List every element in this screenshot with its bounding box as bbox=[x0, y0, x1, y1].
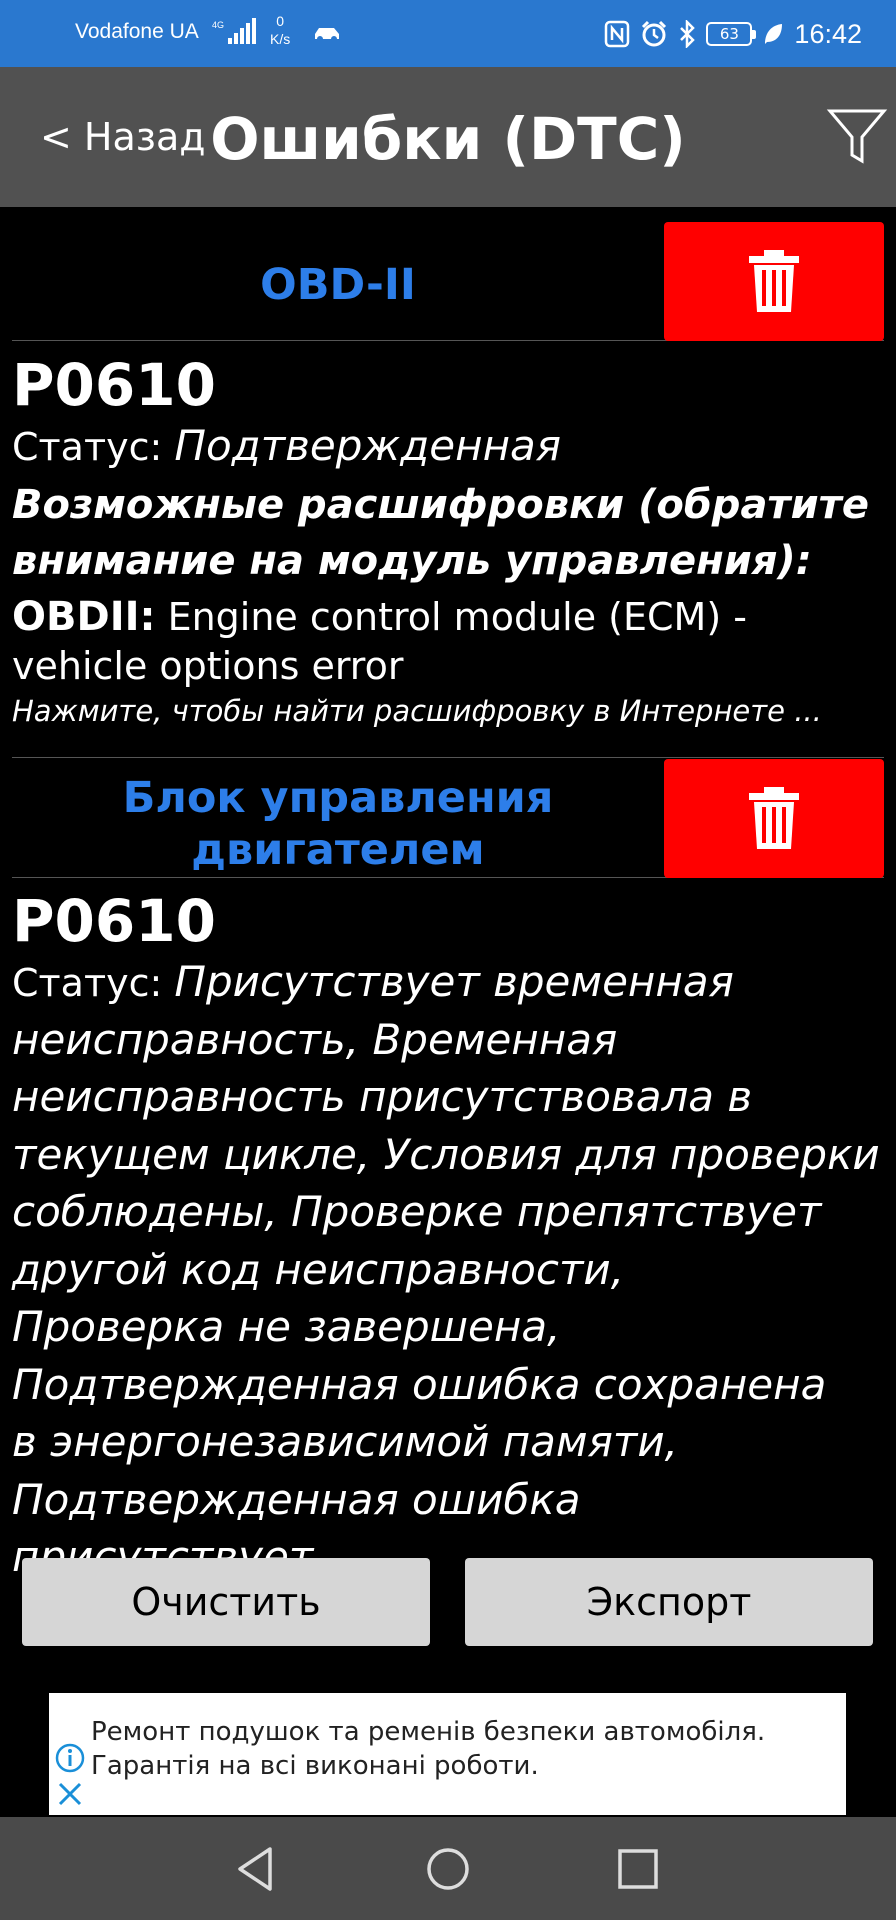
status-bar: Vodafone UA 4G 0 K/s 63 16:42 bbox=[0, 0, 896, 67]
delete-button[interactable] bbox=[664, 222, 884, 341]
dtc-entry[interactable]: P0610 Статус: Подтвержденная Возможные р… bbox=[12, 352, 884, 731]
network-speed: 0 K/s bbox=[270, 12, 290, 48]
possible-decodings-label: Возможные расшифровки (обратите внимание… bbox=[12, 482, 869, 584]
car-icon bbox=[315, 28, 339, 42]
section-title-line2: двигателем bbox=[191, 825, 485, 875]
info-icon[interactable] bbox=[55, 1743, 85, 1773]
obd-decoding: OBDII: Engine control module (ECM) - veh… bbox=[12, 593, 884, 691]
dtc-entry[interactable]: P0610 Статус: Присутствует временная неи… bbox=[12, 888, 884, 1587]
close-icon[interactable] bbox=[57, 1781, 83, 1807]
alarm-icon bbox=[642, 20, 667, 47]
trash-icon bbox=[749, 249, 799, 312]
network-type: 4G bbox=[212, 20, 224, 30]
clear-button[interactable]: Очистить bbox=[22, 1558, 430, 1646]
ad-banner[interactable]: Ремонт подушок та ременів безпеки автомо… bbox=[49, 1693, 846, 1815]
page-title: Ошибки (DTC) bbox=[210, 105, 686, 173]
export-button[interactable]: Экспорт bbox=[465, 1558, 873, 1646]
dtc-code: P0610 bbox=[12, 351, 216, 419]
status-line: неисправность, Временная bbox=[12, 1014, 618, 1064]
trash-icon bbox=[749, 786, 799, 849]
status-line: в энергонезависимой памяти, bbox=[12, 1417, 678, 1466]
status-icons: 63 16:42 bbox=[604, 16, 862, 52]
dtc-status: Статус: Присутствует временная неисправн… bbox=[12, 954, 884, 1587]
leaf-icon bbox=[765, 24, 783, 44]
status-value: Подтвержденная bbox=[174, 421, 562, 470]
status-line: Присутствует временная bbox=[174, 957, 734, 1006]
signal-icon: 4G bbox=[212, 18, 256, 44]
filter-icon[interactable] bbox=[826, 105, 888, 167]
speed-value: 0 bbox=[276, 13, 285, 29]
dtc-status: Статус: Подтвержденная bbox=[12, 418, 884, 475]
section-header-obd2: OBD-II bbox=[12, 220, 884, 341]
recents-nav-icon[interactable] bbox=[612, 1843, 664, 1895]
dtc-code: P0610 bbox=[12, 887, 216, 955]
battery-icon: 63 bbox=[706, 22, 757, 46]
obd-label: OBDII: bbox=[12, 594, 156, 640]
section-header-engine-ecu: Блок управления двигателем bbox=[12, 757, 884, 878]
search-online-link[interactable]: Нажмите, чтобы найти расшифровку в Интер… bbox=[12, 691, 884, 731]
speed-unit: K/s bbox=[270, 31, 291, 47]
back-nav-icon[interactable] bbox=[230, 1843, 282, 1895]
nfc-icon bbox=[605, 20, 630, 48]
status-line: другой код неисправности, bbox=[12, 1244, 625, 1294]
ad-line1: Ремонт подушок та ременів безпеки автомо… bbox=[91, 1717, 766, 1747]
status-label: Статус: bbox=[12, 961, 163, 1005]
section-title: OBD-II bbox=[260, 260, 416, 310]
clock: 16:42 bbox=[794, 18, 862, 49]
home-nav-icon[interactable] bbox=[422, 1843, 474, 1895]
section-title-line1: Блок управления bbox=[122, 773, 554, 823]
section-title: Блок управления двигателем bbox=[12, 772, 664, 876]
navigation-bar bbox=[0, 1817, 896, 1920]
status-line: Подтвержденная ошибка сохранена bbox=[12, 1359, 827, 1409]
carrier-name: Vodafone UA bbox=[75, 20, 199, 43]
status-line: неисправность присутствовала в bbox=[12, 1072, 753, 1121]
app-bar: < Назад Ошибки (DTC) bbox=[0, 67, 896, 207]
delete-button[interactable] bbox=[664, 759, 884, 878]
bluetooth-icon bbox=[680, 20, 696, 48]
ad-line2: Гарантія на всі виконані роботи. bbox=[91, 1751, 539, 1781]
ad-text: Ремонт подушок та ременів безпеки автомо… bbox=[91, 1715, 765, 1783]
status-label: Статус: bbox=[12, 425, 163, 469]
status-line: Проверка не завершена, bbox=[12, 1302, 561, 1351]
status-line: соблюдены, Проверке препятствует bbox=[12, 1187, 822, 1236]
status-line: текущем цикле, Условия для проверки bbox=[12, 1129, 880, 1179]
